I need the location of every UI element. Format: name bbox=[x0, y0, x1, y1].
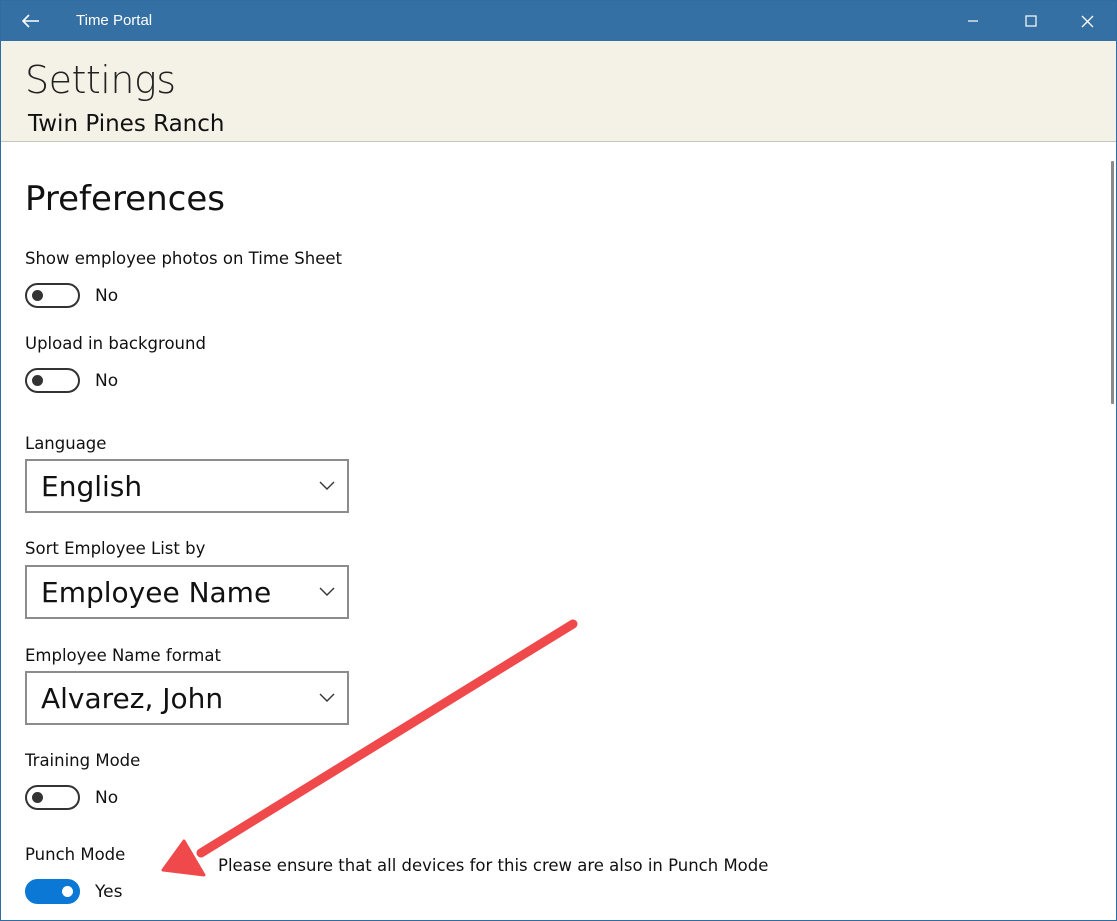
name-format-label: Employee Name format bbox=[25, 646, 221, 665]
app-window: Time Portal Settings Twin Pines Ranch Pr… bbox=[0, 0, 1117, 921]
maximize-icon bbox=[1024, 15, 1037, 27]
page-subtitle: Twin Pines Ranch bbox=[28, 111, 225, 137]
name-format-dropdown[interactable]: Alvarez, John bbox=[25, 671, 349, 725]
upload-background-label: Upload in background bbox=[25, 334, 206, 353]
chevron-down-icon bbox=[319, 587, 335, 596]
close-icon bbox=[1081, 15, 1094, 27]
training-mode-toggle[interactable] bbox=[25, 785, 80, 810]
sort-list-dropdown[interactable]: Employee Name bbox=[25, 565, 349, 619]
language-value: English bbox=[41, 470, 143, 503]
page-header: Settings Twin Pines Ranch bbox=[1, 41, 1116, 142]
chevron-down-icon bbox=[319, 481, 335, 490]
show-photos-toggle[interactable] bbox=[25, 283, 80, 308]
punch-mode-toggle[interactable] bbox=[25, 879, 80, 904]
name-format-value: Alvarez, John bbox=[41, 682, 224, 715]
section-title-preferences: Preferences bbox=[25, 179, 225, 219]
close-button[interactable] bbox=[1059, 1, 1116, 41]
punch-mode-state: Yes bbox=[95, 882, 123, 902]
training-mode-state: No bbox=[95, 788, 119, 808]
vertical-scrollbar[interactable] bbox=[1111, 161, 1114, 404]
language-dropdown[interactable]: English bbox=[25, 459, 349, 513]
upload-background-state: No bbox=[95, 371, 119, 391]
training-mode-label: Training Mode bbox=[25, 751, 141, 770]
page-title: Settings bbox=[25, 58, 176, 102]
sort-list-label: Sort Employee List by bbox=[25, 539, 206, 558]
upload-background-toggle[interactable] bbox=[25, 368, 80, 393]
punch-mode-label: Punch Mode bbox=[25, 845, 126, 864]
show-photos-state: No bbox=[95, 286, 119, 306]
toggle-knob bbox=[62, 886, 73, 897]
maximize-button[interactable] bbox=[1002, 1, 1059, 41]
punch-mode-note: Please ensure that all devices for this … bbox=[218, 856, 769, 875]
minimize-icon bbox=[967, 20, 978, 22]
arrow-left-icon bbox=[22, 14, 39, 28]
minimize-button[interactable] bbox=[944, 1, 1001, 41]
chevron-down-icon bbox=[319, 693, 335, 702]
show-photos-label: Show employee photos on Time Sheet bbox=[25, 249, 343, 268]
app-title: Time Portal bbox=[76, 12, 153, 29]
language-label: Language bbox=[25, 434, 107, 453]
sort-list-value: Employee Name bbox=[41, 576, 272, 609]
toggle-knob bbox=[32, 792, 43, 803]
toggle-knob bbox=[32, 290, 43, 301]
back-button[interactable] bbox=[13, 7, 49, 35]
toggle-knob bbox=[32, 375, 43, 386]
title-bar: Time Portal bbox=[1, 1, 1116, 41]
